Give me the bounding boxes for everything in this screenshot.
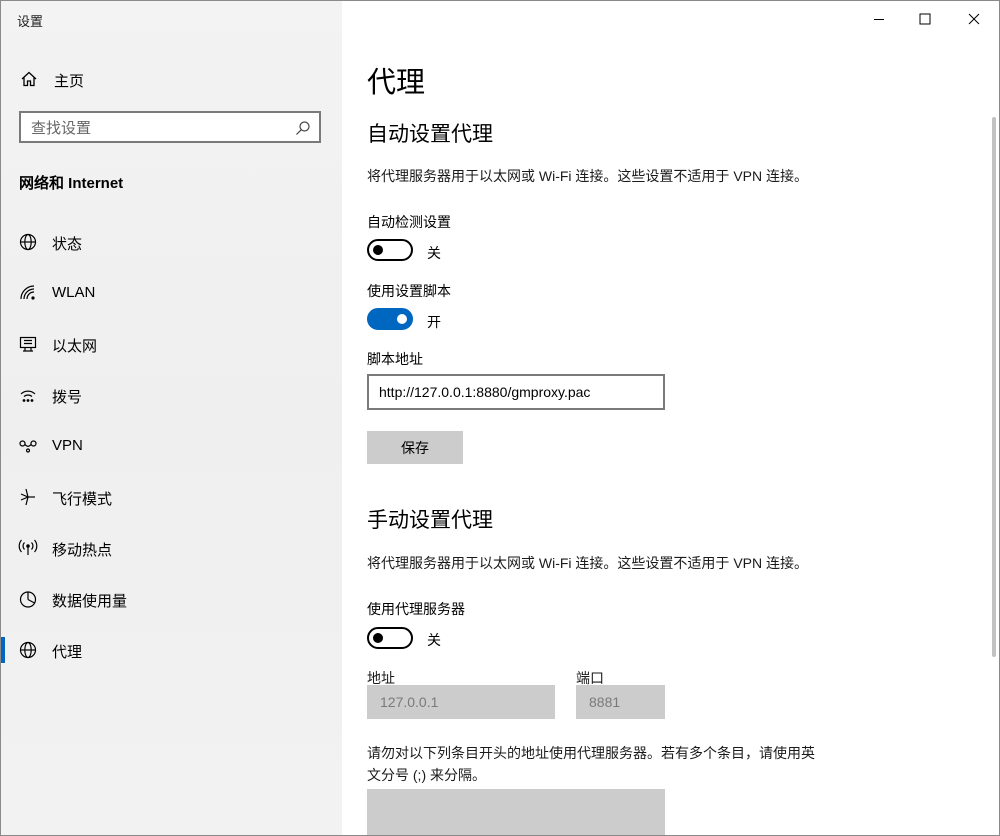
data-usage-icon (19, 591, 37, 608)
airplane-icon (20, 488, 35, 506)
search-icon[interactable] (295, 120, 311, 136)
exceptions-box[interactable] (367, 789, 669, 835)
settings-window: 设置 主页 网络和 Internet 状态 (0, 0, 1000, 836)
exceptions-input[interactable] (367, 789, 669, 835)
manual-proxy-heading: 手动设置代理 (367, 509, 493, 532)
sidebar-item-label: 拨号 (52, 389, 83, 406)
sidebar-section-title: 网络和 Internet (19, 175, 124, 192)
sidebar-item-label: 状态 (52, 236, 83, 253)
setup-script-label: 使用设置脚本 (367, 283, 451, 299)
globe-status-icon (19, 233, 37, 251)
toggle-knob (373, 633, 383, 643)
exceptions-description-line-1: 请勿对以下列条目开头的地址使用代理服务器。若有多个条目，请使用英 (367, 745, 815, 761)
main-content: 代理 自动设置代理 将代理服务器用于以太网或 Wi-Fi 连接。这些设置不适用于… (343, 1, 988, 835)
auto-detect-state: 关 (427, 245, 441, 261)
setup-script-state: 开 (427, 314, 441, 330)
proxy-address-box[interactable] (367, 685, 555, 719)
proxy-port-input[interactable] (589, 694, 661, 710)
home-label: 主页 (54, 73, 85, 90)
hotspot-icon (18, 539, 38, 555)
auto-detect-toggle[interactable] (367, 239, 413, 261)
sidebar-item-airplane[interactable]: 飞行模式 (1, 476, 342, 527)
sidebar-item-status[interactable]: 状态 (1, 221, 342, 272)
use-proxy-state: 关 (427, 632, 441, 648)
proxy-port-box[interactable] (576, 685, 665, 719)
sidebar-item-label: 代理 (52, 644, 83, 661)
auto-proxy-description: 将代理服务器用于以太网或 Wi-Fi 连接。这些设置不适用于 VPN 连接。 (367, 168, 808, 184)
search-box[interactable] (19, 111, 321, 143)
sidebar-item-label: 飞行模式 (52, 491, 113, 508)
sidebar-item-ethernet[interactable]: 以太网 (1, 323, 342, 374)
script-address-box[interactable] (367, 374, 665, 410)
vpn-icon (19, 440, 37, 453)
sidebar-item-dialup[interactable]: 拨号 (1, 374, 342, 425)
search-input[interactable] (31, 119, 281, 137)
auto-detect-label: 自动检测设置 (367, 214, 451, 230)
scrollbar[interactable] (992, 117, 996, 657)
use-proxy-toggle[interactable] (367, 627, 413, 649)
sidebar-nav: 状态 WLAN 以太网 拨号 VPN 飞行模式 移动热点 数据使用量 代理 (1, 221, 342, 680)
dialup-icon (20, 390, 36, 402)
sidebar-item-hotspot[interactable]: 移动热点 (1, 527, 342, 578)
toggle-knob (373, 245, 383, 255)
sidebar-item-wlan[interactable]: WLAN (1, 272, 342, 323)
manual-proxy-description: 将代理服务器用于以太网或 Wi-Fi 连接。这些设置不适用于 VPN 连接。 (367, 555, 808, 571)
proxy-address-input[interactable] (380, 694, 531, 710)
home-icon (21, 71, 37, 87)
sidebar-item-label: 移动热点 (52, 542, 113, 559)
sidebar-item-label: VPN (52, 437, 83, 454)
ethernet-icon (19, 336, 37, 352)
exceptions-description-line-2: 文分号 (;) 来分隔。 (367, 767, 486, 783)
script-address-input[interactable] (379, 384, 649, 400)
sidebar-item-vpn[interactable]: VPN (1, 425, 342, 476)
save-button[interactable]: 保存 (367, 431, 463, 464)
page-title: 代理 (367, 67, 426, 99)
auto-proxy-heading: 自动设置代理 (367, 123, 493, 146)
script-address-label: 脚本地址 (367, 351, 423, 367)
home-nav-item[interactable]: 主页 (1, 59, 342, 99)
wifi-icon (20, 285, 35, 300)
app-title: 设置 (17, 14, 44, 29)
setup-script-toggle[interactable] (367, 308, 413, 330)
sidebar-item-label: 以太网 (52, 338, 98, 355)
toggle-knob (397, 314, 407, 324)
globe-icon (19, 641, 37, 659)
sidebar: 设置 主页 网络和 Internet 状态 (1, 1, 342, 835)
sidebar-item-proxy[interactable]: 代理 (1, 629, 342, 680)
sidebar-item-label: 数据使用量 (52, 593, 128, 610)
sidebar-item-label: WLAN (52, 284, 96, 301)
use-proxy-label: 使用代理服务器 (367, 601, 465, 617)
sidebar-item-data-usage[interactable]: 数据使用量 (1, 578, 342, 629)
